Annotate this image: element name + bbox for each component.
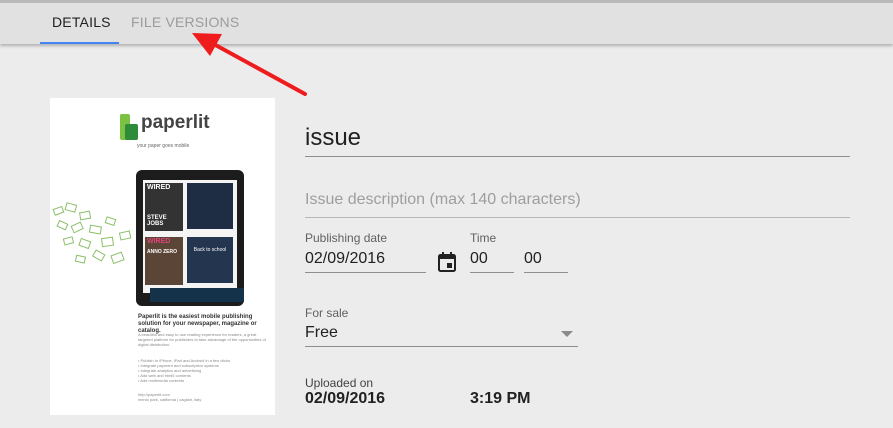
- magazine-cover-text: STEVE JOBS: [147, 215, 167, 227]
- tab-file-versions[interactable]: FILE VERSIONS: [131, 14, 239, 30]
- annotation-arrow: [192, 33, 307, 96]
- magazine-article-preview: [187, 183, 233, 229]
- active-tab-indicator: [40, 42, 119, 44]
- uploaded-date: 02/09/2016: [305, 390, 386, 407]
- tablet-illustration: WIRED STEVE JOBS WIRED ANNO ZERO Back to…: [136, 170, 244, 306]
- uploaded-on-label: Uploaded on: [305, 376, 374, 390]
- publishing-date-label: Publishing date: [305, 231, 388, 245]
- hour-input[interactable]: 00: [470, 250, 514, 273]
- issue-cover-thumbnail: paperlit your paper goes mobile WIRED ST…: [50, 98, 275, 415]
- tablet-screen: WIRED STEVE JOBS WIRED ANNO ZERO Back to…: [143, 180, 244, 302]
- for-sale-label: For sale: [305, 306, 349, 320]
- calendar-icon[interactable]: [437, 251, 457, 273]
- issue-title-input[interactable]: issue: [305, 124, 850, 157]
- issue-description-input[interactable]: Issue description (max 140 characters): [305, 191, 850, 218]
- dropdown-arrow-icon[interactable]: [561, 331, 573, 337]
- magazine-cover-1: WIRED STEVE JOBS: [145, 183, 183, 231]
- tablet-dock: [150, 288, 244, 302]
- magazine-article-title: Back to school: [193, 247, 227, 253]
- tab-bar: DETAILS FILE VERSIONS: [0, 0, 893, 44]
- for-sale-select[interactable]: Free: [305, 324, 578, 347]
- magazine-cover-text: ANNO ZERO: [147, 249, 177, 255]
- magazine-article-preview: Back to school: [187, 237, 233, 283]
- logo-wordmark: paperlit: [141, 112, 210, 133]
- logo-tagline: your paper goes mobile: [137, 143, 190, 149]
- thumbnail-footer: http://paperlit.com menlo park, californ…: [138, 392, 266, 402]
- time-label: Time: [470, 231, 497, 245]
- magazine-cover-2: WIRED ANNO ZERO: [145, 237, 183, 285]
- list-item: • Add multimedia contents: [138, 378, 185, 383]
- publishing-date-input[interactable]: 02/09/2016: [305, 250, 426, 273]
- thumbnail-feature-list: • Publish to iPhone, iPad and Android in…: [138, 358, 266, 383]
- thumbnail-body-text: A beautiful and easy to use reading expe…: [138, 332, 266, 347]
- paperlit-logo-icon: [120, 114, 138, 140]
- tab-details[interactable]: DETAILS: [52, 14, 111, 30]
- thumbnail-footer-address: menlo park, california | cagliari, italy: [138, 397, 202, 402]
- flying-papers-illustration: [52, 202, 132, 265]
- minute-input[interactable]: 00: [524, 250, 568, 273]
- uploaded-time: 3:19 PM: [470, 390, 531, 407]
- magazine-title: WIRED: [147, 184, 171, 191]
- magazine-title: WIRED: [147, 238, 171, 245]
